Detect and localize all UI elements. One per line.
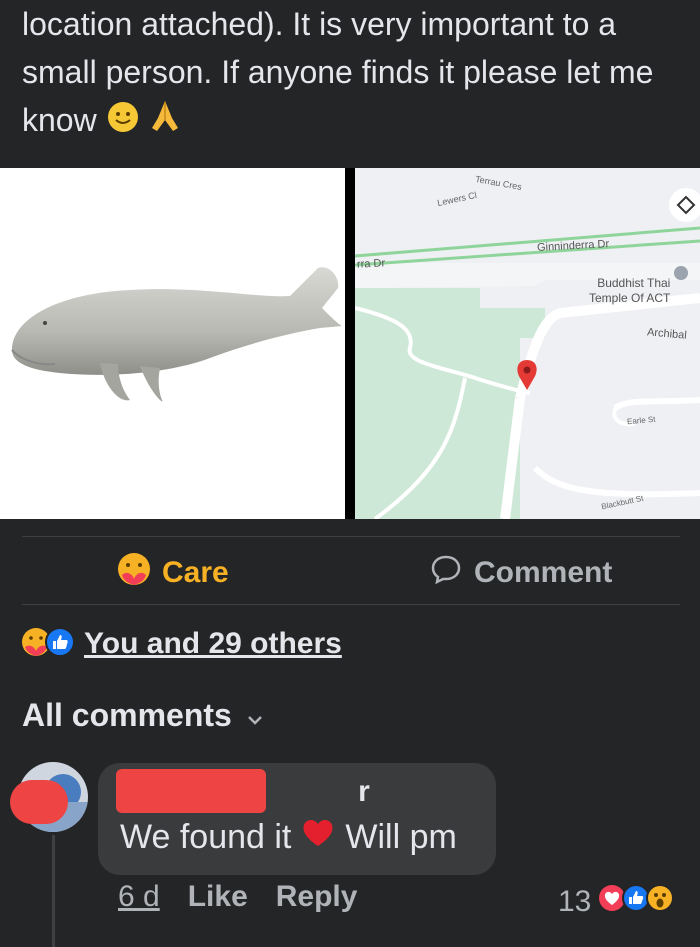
divider-top (22, 536, 680, 537)
care-label: Care (162, 556, 229, 589)
comment-meta: 6 d Like Reply (118, 880, 385, 914)
poi-label: Buddhist Thai Temple Of ACT (589, 276, 670, 306)
like-button[interactable]: Like (188, 880, 248, 914)
comment-reaction-count: 13 (558, 885, 592, 918)
divider-bottom (22, 604, 680, 605)
praying-hands-emoji-icon (148, 98, 182, 147)
post-line: location attached). It is very important… (22, 6, 617, 42)
reactions-summary-text[interactable]: You and 29 others (84, 627, 342, 661)
comment-bubble-icon (430, 553, 462, 593)
comment-bubble[interactable]: XXXXXXXXXXXXr We found it Will pm (98, 763, 496, 875)
red-heart-icon (301, 818, 335, 857)
like-reaction-icon (44, 626, 76, 663)
comment-reactions[interactable]: 13 (558, 880, 675, 924)
comment-time[interactable]: 6 d (118, 880, 160, 914)
post-line-text: know (22, 102, 97, 138)
post-line-last: know (22, 96, 682, 147)
post-body: location attached). It is very important… (22, 0, 682, 147)
wow-reaction-icon (645, 883, 675, 921)
chevron-down-icon (246, 697, 264, 734)
dugong-toy-photo[interactable] (0, 168, 345, 519)
avatar-redaction (10, 780, 68, 824)
comment-text: We found it Will pm (120, 818, 457, 857)
comment-author-suffix: r (358, 775, 370, 808)
street-label: rra Dr (356, 257, 386, 271)
care-emoji-icon (116, 551, 152, 595)
comment-button[interactable]: Comment (430, 548, 612, 598)
post-line: small person. If anyone finds it please … (22, 54, 654, 90)
comment-label: Comment (474, 556, 613, 589)
author-redaction (116, 769, 266, 813)
comments-filter-label: All comments (22, 697, 232, 733)
smile-emoji-icon (106, 99, 140, 147)
care-button[interactable]: Care (116, 548, 229, 598)
poi-line: Buddhist Thai (597, 276, 671, 290)
poi-line: Temple Of ACT (589, 291, 671, 305)
post-media: Lewers Cl Terrau Cres Ginninderra Dr rra… (0, 168, 700, 519)
comments-filter-dropdown[interactable]: All comments (22, 697, 264, 734)
reactions-summary[interactable]: You and 29 others (20, 622, 342, 666)
thread-line (52, 835, 55, 947)
comment-text-part: We found it (120, 818, 292, 856)
location-map[interactable]: Lewers Cl Terrau Cres Ginninderra Dr rra… (355, 168, 700, 519)
comment-text-part: Will pm (345, 818, 457, 856)
reply-button[interactable]: Reply (276, 880, 358, 914)
